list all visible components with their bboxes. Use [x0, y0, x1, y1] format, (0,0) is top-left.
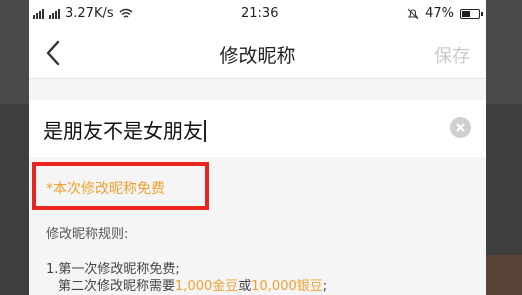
status-bar: 3.27K/s 21:36 47% — [29, 0, 486, 28]
gold-beans-amount: 1,000金豆 — [175, 279, 239, 294]
page-title: 修改昵称 — [219, 45, 296, 67]
silver-beans-amount: 10,000银豆 — [251, 279, 323, 294]
annotation-highlight-box — [32, 162, 209, 210]
rule-item-2-prefix: 第二次修改昵称需要 — [58, 279, 176, 294]
rule-item-2: 第二次修改昵称需要1,000金豆或10,000银豆; — [58, 275, 327, 294]
wifi-icon — [119, 8, 133, 18]
nickname-input-row[interactable]: 是朋友不是女朋友 — [29, 100, 486, 157]
alarm-muted-icon — [407, 8, 419, 19]
nickname-value: 是朋友不是女朋友 — [43, 119, 203, 143]
close-icon — [456, 123, 465, 132]
battery-icon — [460, 8, 483, 19]
status-left: 3.27K/s — [33, 6, 133, 21]
nav-bar: 修改昵称 保存 — [29, 28, 486, 79]
text-caret — [204, 120, 206, 142]
status-time: 21:36 — [241, 6, 279, 21]
phone-screen: 3.27K/s 21:36 47% 修改昵称 保存 是朋友不是女朋友 *本次修改… — [29, 0, 486, 295]
battery-percent: 47% — [425, 6, 454, 21]
signal-icon — [33, 8, 44, 19]
clear-input-button[interactable] — [450, 117, 471, 138]
signal-2-icon — [49, 8, 60, 19]
rules-title: 修改昵称规则: — [46, 227, 129, 242]
network-speed: 3.27K/s — [65, 6, 114, 21]
rule-item-2-or: 或 — [238, 279, 252, 294]
backdrop-corner — [486, 255, 522, 295]
rule-item-2-suffix: ; — [322, 279, 328, 294]
status-right: 47% — [407, 6, 483, 21]
save-button[interactable]: 保存 — [434, 42, 470, 68]
nickname-input[interactable]: 是朋友不是女朋友 — [43, 115, 206, 144]
